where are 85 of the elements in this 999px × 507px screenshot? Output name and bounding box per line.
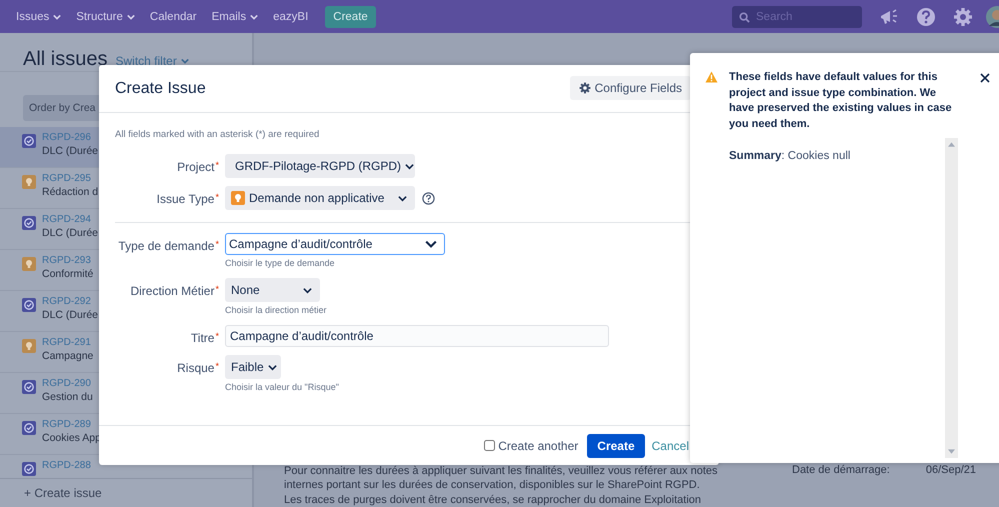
create-button[interactable]: Create [587, 434, 645, 458]
chevron-down-icon [398, 194, 407, 202]
checkbox-label: Create another [498, 438, 578, 452]
configure-fields-button[interactable]: Configure Fields [570, 76, 691, 100]
issue-key: RGPD-295 [42, 173, 98, 184]
issue-key: RGPD-291 [42, 337, 94, 348]
issue-key: RGPD-294 [42, 214, 98, 225]
nav-menu-item[interactable]: Issues [16, 10, 62, 22]
field-value: 06/Sep/21 [926, 464, 976, 478]
lightbulb-icon [22, 339, 36, 353]
scroll-down-icon[interactable] [948, 449, 955, 454]
issue-key: RGPD-293 [42, 255, 94, 266]
chevron-down-icon [180, 57, 189, 65]
chevron-down-icon [303, 286, 312, 294]
issue-summary: Rédaction d [42, 186, 98, 198]
issue-summary: Campagne [42, 350, 94, 362]
help-icon[interactable] [916, 6, 936, 26]
select-field[interactable]: Demande non applicative [225, 186, 415, 210]
check-circle-icon [22, 421, 36, 435]
description-text: internes portant sur les durées de conservation, disponibles sur le SharePoint RGPD. [284, 478, 701, 492]
description-text: Les traces de purges doivent être conservées, se rapprocher du domaine Exploitation [284, 492, 702, 507]
field-label: Risque [177, 361, 214, 375]
field-label: Direction Métier [130, 284, 214, 298]
description-text: Pour connaitre les durées à appliquer suivant les finalités, veuillez vous référer aux notes [284, 464, 719, 478]
required-asterisk: * [215, 361, 219, 371]
create-issue-link[interactable]: + Create issue [24, 486, 102, 500]
text-field[interactable]: Campagne d’audit/contrôle [225, 325, 609, 347]
field-label: Project [177, 160, 214, 174]
lightbulb-icon [22, 175, 36, 189]
check-circle-icon [22, 216, 36, 230]
check-circle-icon [22, 462, 36, 476]
create-another-checkbox[interactable] [484, 440, 496, 451]
required-asterisk: * [215, 192, 219, 202]
field-hint: Choisir la valeur du "Risque" [225, 382, 339, 392]
create-button[interactable]: Create [325, 6, 376, 28]
help-icon[interactable] [422, 192, 435, 204]
check-circle-icon [22, 298, 36, 312]
check-circle-icon [22, 380, 36, 394]
field-hint: Choisir la direction métier [225, 305, 327, 315]
megaphone-icon[interactable] [879, 8, 899, 26]
page-title: All issues [23, 48, 108, 71]
switch-filter-link[interactable]: Switch filter [115, 54, 189, 68]
close-icon[interactable] [980, 73, 990, 83]
cancel-link[interactable]: Cancel [652, 438, 689, 452]
issue-summary: DLC (Durée [42, 145, 98, 157]
scrollbar[interactable] [945, 138, 958, 458]
nav-menu-item[interactable]: Calendar [150, 10, 197, 22]
warning-icon [705, 71, 718, 83]
required-asterisk: * [215, 331, 219, 341]
issue-key: RGPD-290 [42, 378, 93, 389]
nav-menu-item[interactable]: Emails [212, 10, 258, 22]
select-field[interactable]: Faible [225, 355, 281, 379]
select-field[interactable]: None [225, 278, 320, 302]
required-asterisk: * [215, 239, 219, 249]
issue-key: RGPD-296 [42, 132, 98, 143]
issue-summary: DLC (Durée [42, 309, 98, 321]
required-note: All fields marked with an asterisk (*) are required [115, 129, 320, 140]
issue-key: RGPD-289 [42, 419, 101, 430]
field-label: Type de demande [118, 239, 214, 253]
lightbulb-icon [231, 191, 245, 205]
settings-icon [578, 82, 591, 94]
select-field[interactable]: Campagne d’audit/contrôle [225, 233, 445, 255]
issue-key: RGPD-292 [42, 296, 98, 307]
required-asterisk: * [215, 284, 219, 294]
field-label: Titre [190, 331, 214, 345]
issue-summary: DLC (Durée [42, 227, 98, 239]
check-circle-icon [22, 134, 36, 148]
chevron-down-icon [268, 362, 277, 372]
scroll-up-icon[interactable] [948, 142, 955, 147]
field-hint: Choisir le type de demande [225, 258, 336, 268]
lightbulb-icon [22, 257, 36, 271]
dialog-title: Create Issue [115, 80, 206, 98]
warning-message: These fields have default values for this project and issue type combination. We have preserved the existing values in case you need them. [729, 70, 953, 132]
preserved-value-text: Summary: Cookies null [729, 150, 852, 162]
issue-summary: Gestion du [42, 391, 93, 403]
nav-menu-item[interactable]: Structure [76, 10, 135, 22]
field-label: Issue Type [156, 192, 214, 206]
chevron-down-icon [405, 162, 414, 170]
nav-menu-item[interactable]: eazyBI [273, 10, 308, 22]
required-asterisk: * [215, 160, 219, 170]
issue-key: RGPD-288 [42, 460, 91, 471]
field-label: Date de démarrage: [792, 464, 890, 478]
select-field[interactable]: GRDF-Pilotage-RGPD (RGPD) [225, 154, 415, 178]
chevron-down-icon [425, 238, 437, 250]
issue-summary: Conformité [42, 268, 94, 280]
